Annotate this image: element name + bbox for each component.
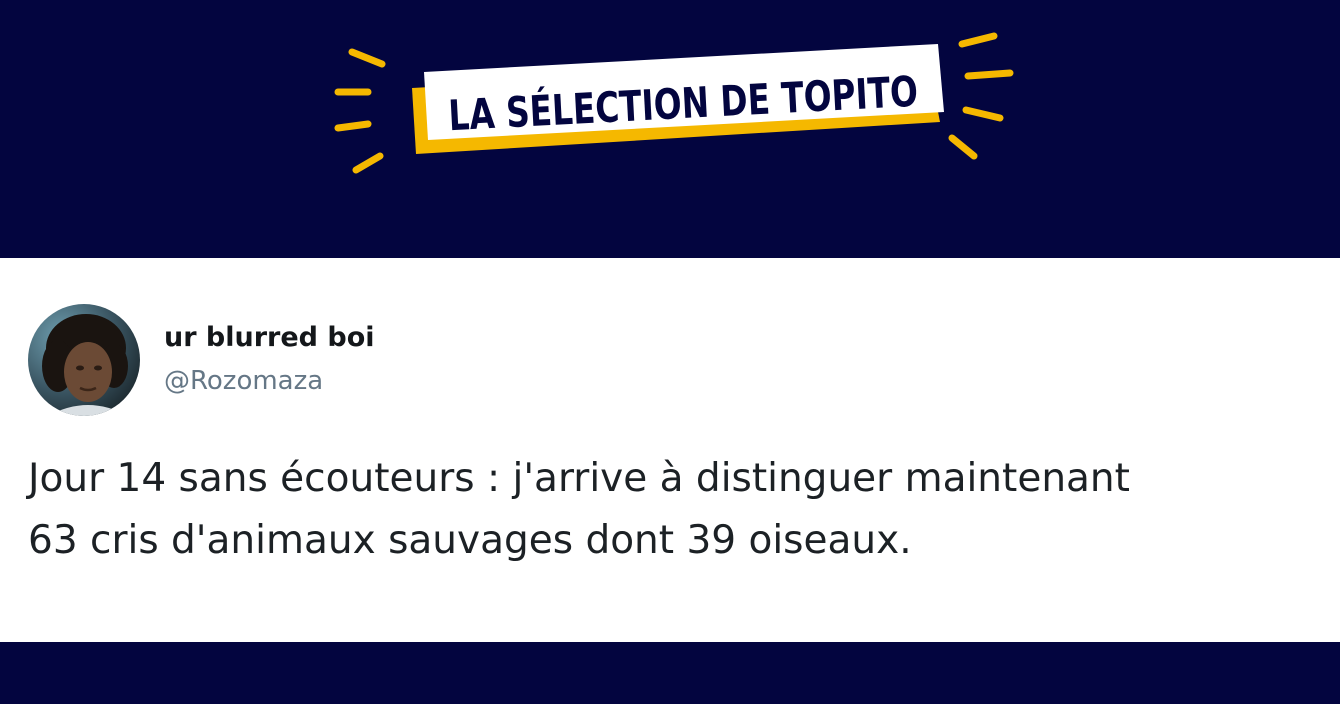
topito-logo: LA SÉLECTION DE TOPITO — [334, 32, 1014, 174]
author-name[interactable]: ur blurred boi — [164, 322, 375, 353]
footer-band — [0, 642, 1340, 704]
avatar[interactable] — [28, 304, 140, 416]
tweet-text-line: 63 cris d'animaux sauvages dont 39 oisea… — [28, 518, 912, 563]
header-banner: LA SÉLECTION DE TOPITO — [0, 0, 1340, 258]
author-handle[interactable]: @Rozomaza — [164, 366, 323, 396]
tweet-text-line: Jour 14 sans écouteurs : j'arrive à dist… — [28, 456, 1130, 501]
tweet-card: ur blurred boi @Rozomaza Jour 14 sans éc… — [0, 258, 1340, 642]
right-sparkle-icon — [948, 32, 1014, 160]
tweet-text: Jour 14 sans écouteurs : j'arrive à dist… — [28, 448, 1328, 572]
profile-photo-icon — [28, 304, 140, 416]
left-sparkle-icon — [334, 48, 386, 174]
